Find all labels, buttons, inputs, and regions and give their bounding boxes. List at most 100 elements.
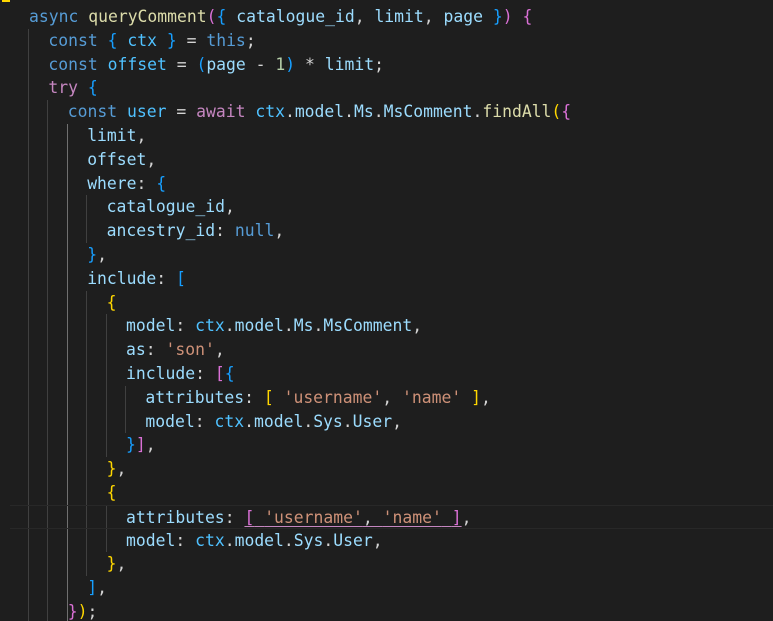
current-code-line[interactable]: attributes: [ 'username', 'name' ],	[10, 504, 773, 529]
code-token-variable: catalogue_id	[236, 7, 355, 26]
code-token-function: queryComment	[88, 7, 207, 26]
code-line[interactable]: },	[0, 243, 773, 267]
code-line[interactable]: model: ctx.model.Sys.User,	[0, 410, 773, 434]
code-token-text: .	[303, 411, 314, 431]
closing-brace-fragment	[2, 0, 10, 2]
code-line[interactable]: catalogue_id,	[0, 195, 773, 219]
code-token-text: :	[175, 316, 196, 336]
code-token-variable: User	[352, 411, 393, 431]
code-token-bracket_gold: ]	[471, 387, 481, 407]
code-line[interactable]: include: [{	[0, 362, 773, 386]
code-line[interactable]: },	[0, 457, 773, 481]
code-token-text: ,	[146, 149, 157, 169]
code-token-text: :	[145, 340, 166, 360]
code-token-bracket_gold: )	[77, 602, 88, 621]
code-token-text: ,	[382, 387, 403, 407]
code-token-text: -	[245, 54, 276, 74]
code-line[interactable]: },	[0, 552, 773, 576]
code-line[interactable]: include: [	[0, 267, 773, 291]
code-token-text: .	[344, 102, 355, 122]
code-token-text: .	[283, 530, 294, 550]
code-text: });	[68, 600, 98, 621]
code-line[interactable]: async queryComment({ catalogue_id, limit…	[0, 5, 773, 29]
code-token-constant: user	[127, 102, 167, 122]
code-token-text: :	[195, 364, 215, 383]
code-token-text: :	[156, 268, 177, 288]
code-line[interactable]: {	[0, 291, 773, 315]
code-line[interactable]: }],	[0, 433, 773, 457]
code-token-text: .	[342, 411, 353, 431]
code-token-text: .	[244, 411, 254, 431]
code-token-text: ,	[145, 435, 156, 455]
code-text: ],	[87, 576, 107, 600]
code-token-bracket_pink: [	[244, 507, 255, 527]
code-line[interactable]: ancestry_id: null,	[0, 219, 773, 243]
code-text: const offset = (page - 1) * limit;	[48, 53, 384, 77]
code-token-text: =	[166, 102, 197, 122]
code-token-keyword: async	[29, 7, 79, 26]
code-line[interactable]: model: ctx.model.Ms.MsComment,	[0, 314, 773, 338]
code-token-variable: limit	[324, 54, 375, 74]
code-token-keyword: null	[234, 221, 275, 241]
code-text: {	[107, 291, 117, 315]
code-line[interactable]: const user = await ctx.model.Ms.MsCommen…	[0, 100, 773, 124]
code-token-constant: offset	[107, 54, 167, 74]
code-token-text: ,	[412, 316, 423, 336]
code-text: },	[107, 552, 127, 576]
code-token-text: .	[313, 316, 324, 336]
code-text: model: ctx.model.Ms.MsComment,	[126, 314, 422, 338]
code-token-variable: include	[87, 268, 157, 288]
code-token-bracket_gold: {	[106, 483, 117, 502]
code-token-variable: MsComment	[383, 102, 473, 122]
code-token-bracket_pink: )	[502, 7, 513, 26]
code-token-text: ,	[480, 387, 491, 407]
code-editor[interactable]: async queryComment({ catalogue_id, limit…	[0, 0, 773, 621]
code-token-constant: ctx	[214, 411, 245, 431]
code-text: ancestry_id: null,	[107, 219, 285, 243]
code-token-variable: model	[145, 411, 195, 431]
code-token-variable: model	[234, 316, 284, 336]
code-token-bracket_blue: )	[285, 54, 296, 74]
code-token-text: ,	[97, 245, 107, 264]
code-token-text: ,	[97, 578, 107, 598]
code-token-text: .	[283, 316, 294, 336]
code-token-variable: Ms	[293, 316, 314, 336]
code-line[interactable]: });	[0, 600, 773, 621]
code-token-bracket_gold: [	[263, 387, 274, 407]
code-token-variable: model	[126, 530, 176, 550]
code-line[interactable]: const { ctx } = this;	[0, 29, 773, 53]
code-line[interactable]: where: {	[0, 172, 773, 196]
code-token-string: 'son'	[165, 340, 215, 360]
code-text: include: [	[87, 267, 186, 291]
code-line[interactable]: try {	[0, 76, 773, 100]
code-token-bracket_blue: }	[166, 30, 177, 50]
code-line[interactable]: ],	[0, 576, 773, 600]
code-line[interactable]: as: 'son',	[0, 338, 773, 362]
code-line[interactable]: const offset = (page - 1) * limit;	[0, 53, 773, 77]
code-token-constant: ctx	[195, 316, 225, 336]
code-token-text: .	[224, 316, 235, 336]
code-token-bracket_gold: }	[106, 554, 117, 574]
code-token-bracket_pink: [	[214, 364, 225, 383]
code-line[interactable]: {	[0, 481, 773, 505]
code-token-variable: Sys	[293, 530, 324, 550]
code-token-keyword: const	[48, 30, 98, 50]
code-token-bracket_pink: (	[206, 7, 217, 26]
code-token-string: 'username'	[264, 507, 363, 527]
code-token-text: ,	[136, 126, 147, 145]
code-token-bracket_pink: {	[561, 102, 572, 122]
code-token-keyword: this	[206, 30, 246, 50]
code-line[interactable]: attributes: [ 'username', 'name' ],	[0, 386, 773, 410]
code-token-bracket_pink: ]	[451, 507, 462, 527]
code-line[interactable]: model: ctx.model.Sys.User,	[0, 529, 773, 553]
code-token-text: ,	[225, 197, 235, 217]
code-line[interactable]: limit,	[0, 124, 773, 148]
code-token-bracket_blue: {	[216, 7, 227, 26]
code-line[interactable]: offset,	[0, 148, 773, 172]
code-token-variable: MsComment	[323, 316, 413, 336]
code-text: limit,	[87, 124, 146, 148]
